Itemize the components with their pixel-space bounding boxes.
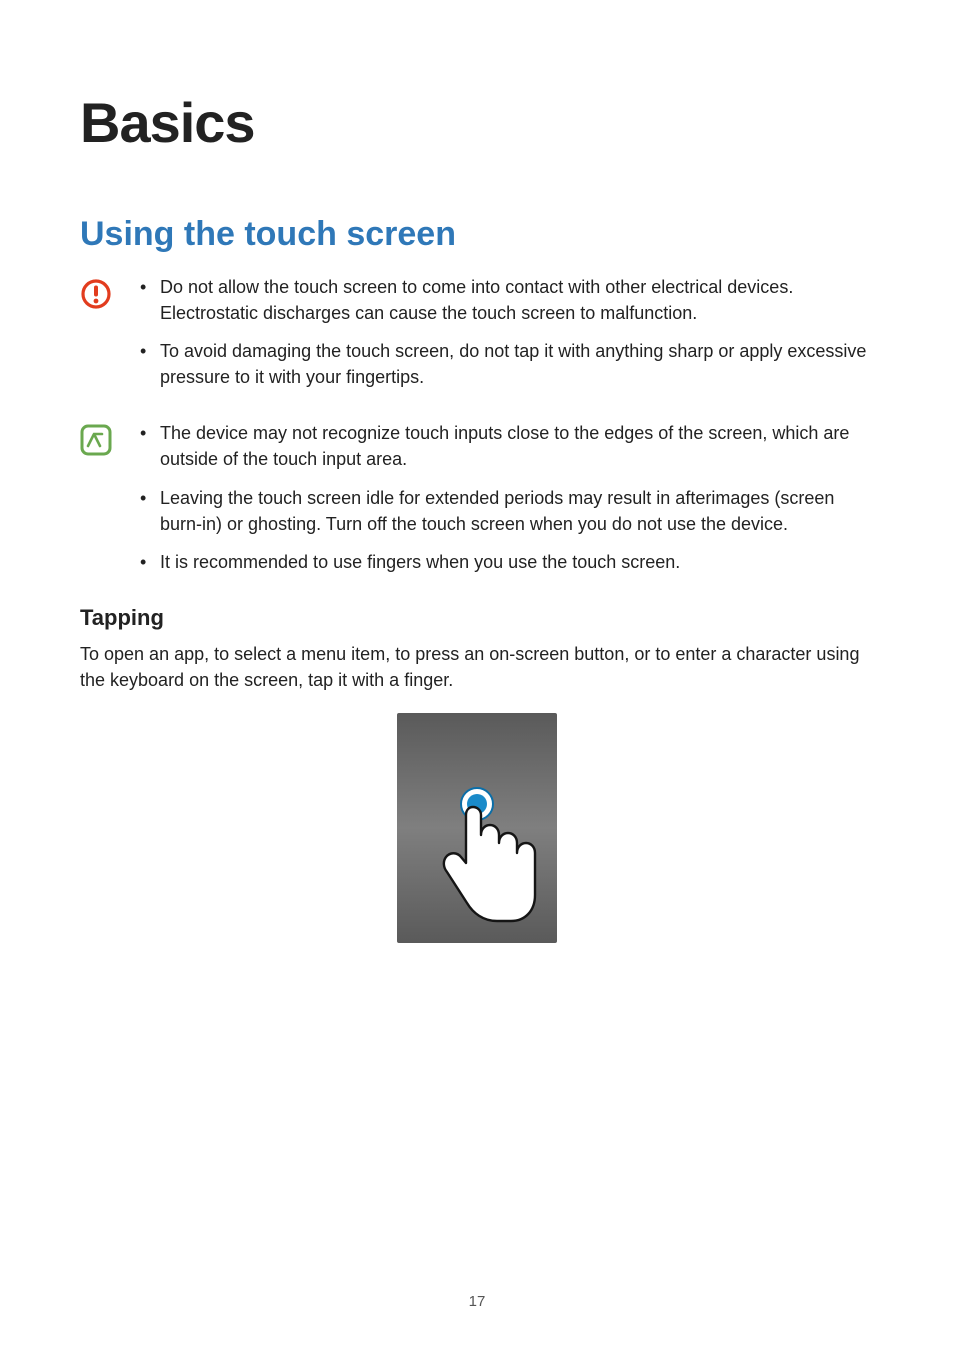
list-item: Leaving the touch screen idle for extend… (140, 485, 874, 537)
caution-icon (80, 278, 112, 310)
sub-heading: Tapping (80, 605, 874, 631)
list-item: Do not allow the touch screen to come in… (140, 274, 874, 326)
figure-box (397, 713, 557, 943)
caution-list: Do not allow the touch screen to come in… (140, 274, 874, 402)
figure-tapping (80, 713, 874, 943)
sub-paragraph: To open an app, to select a menu item, t… (80, 641, 874, 693)
note-icon-column (80, 420, 140, 456)
list-item: The device may not recognize touch input… (140, 420, 874, 472)
note-list: The device may not recognize touch input… (140, 420, 874, 586)
page-title: Basics (80, 90, 874, 155)
section-title: Using the touch screen (80, 215, 874, 254)
list-item: To avoid damaging the touch screen, do n… (140, 338, 874, 390)
note-block: The device may not recognize touch input… (80, 420, 874, 586)
page-number: 17 (0, 1293, 954, 1310)
page: Basics Using the touch screen Do not all… (0, 0, 954, 1350)
caution-block: Do not allow the touch screen to come in… (80, 274, 874, 402)
hand-icon (417, 799, 537, 949)
caution-icon-column (80, 274, 140, 310)
list-item: It is recommended to use fingers when yo… (140, 549, 874, 575)
note-icon (80, 424, 112, 456)
